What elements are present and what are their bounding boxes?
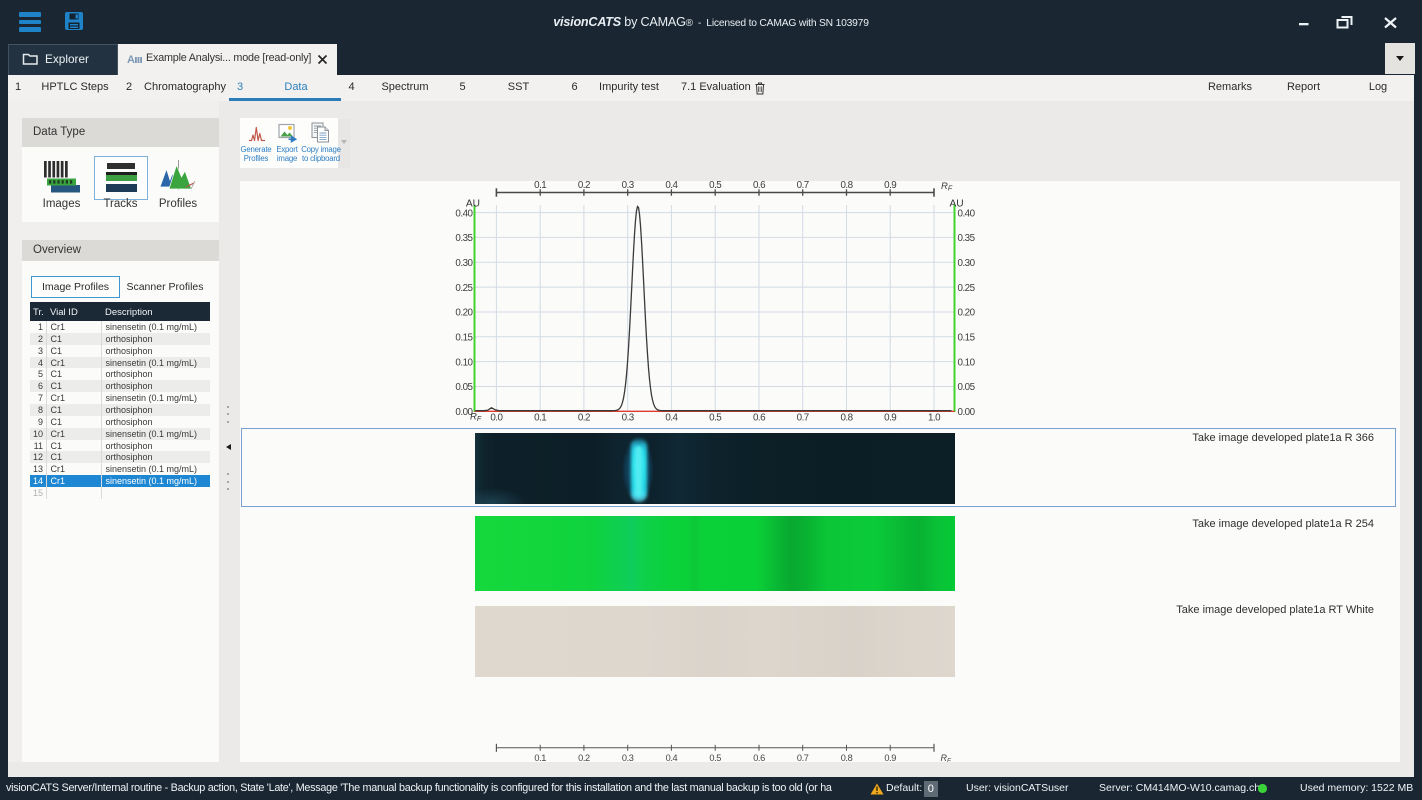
svg-text:0.7: 0.7 <box>797 753 809 762</box>
svg-text:0.15: 0.15 <box>455 333 473 344</box>
svg-text:0.05: 0.05 <box>958 382 976 393</box>
svg-text:RF: RF <box>941 181 953 193</box>
svg-text:0.8: 0.8 <box>840 181 853 191</box>
svg-text:0.9: 0.9 <box>884 181 896 191</box>
svg-text:0.00: 0.00 <box>958 407 976 418</box>
svg-text:0.0: 0.0 <box>490 413 503 424</box>
svg-text:AU: AU <box>950 199 964 210</box>
svg-text:0.6: 0.6 <box>753 181 766 191</box>
svg-text:0.5: 0.5 <box>709 753 721 762</box>
svg-text:0.2: 0.2 <box>578 181 590 191</box>
svg-text:0.30: 0.30 <box>958 258 976 269</box>
svg-text:0.40: 0.40 <box>958 208 976 219</box>
svg-text:0.5: 0.5 <box>709 413 722 424</box>
svg-text:0.25: 0.25 <box>958 283 976 294</box>
svg-text:0.1: 0.1 <box>534 753 546 762</box>
svg-text:0.10: 0.10 <box>958 357 976 368</box>
svg-text:0.4: 0.4 <box>665 181 678 191</box>
svg-text:0.5: 0.5 <box>709 181 722 191</box>
svg-text:RF: RF <box>470 412 482 424</box>
svg-text:0.3: 0.3 <box>622 181 635 191</box>
svg-text:0.35: 0.35 <box>958 233 976 244</box>
svg-text:0.25: 0.25 <box>455 283 473 294</box>
svg-text:1.0: 1.0 <box>928 413 941 424</box>
svg-text:0.9: 0.9 <box>884 413 896 424</box>
svg-text:RF: RF <box>941 753 953 762</box>
svg-text:AU: AU <box>466 199 480 210</box>
svg-text:0.15: 0.15 <box>958 333 976 344</box>
svg-text:0.20: 0.20 <box>455 308 473 319</box>
svg-text:0.3: 0.3 <box>622 753 634 762</box>
svg-text:0.40: 0.40 <box>455 208 473 219</box>
svg-text:0.9: 0.9 <box>884 753 896 762</box>
svg-text:0.8: 0.8 <box>840 413 853 424</box>
svg-text:0.30: 0.30 <box>455 258 473 269</box>
svg-text:0.6: 0.6 <box>753 413 766 424</box>
svg-text:0.7: 0.7 <box>797 413 809 424</box>
svg-text:0.8: 0.8 <box>841 753 853 762</box>
svg-text:0.4: 0.4 <box>665 413 678 424</box>
svg-text:0.05: 0.05 <box>455 382 473 393</box>
svg-text:0.20: 0.20 <box>958 308 976 319</box>
svg-text:0.2: 0.2 <box>578 413 590 424</box>
svg-text:0.4: 0.4 <box>666 753 678 762</box>
svg-text:0.35: 0.35 <box>455 233 473 244</box>
svg-text:0.1: 0.1 <box>534 413 546 424</box>
svg-text:0.1: 0.1 <box>534 181 546 191</box>
svg-text:0.2: 0.2 <box>578 753 590 762</box>
svg-text:A: A <box>127 54 135 65</box>
svg-text:0.6: 0.6 <box>753 753 765 762</box>
svg-text:0.10: 0.10 <box>455 357 473 368</box>
svg-text:0.7: 0.7 <box>797 181 809 191</box>
svg-text:0.3: 0.3 <box>622 413 635 424</box>
